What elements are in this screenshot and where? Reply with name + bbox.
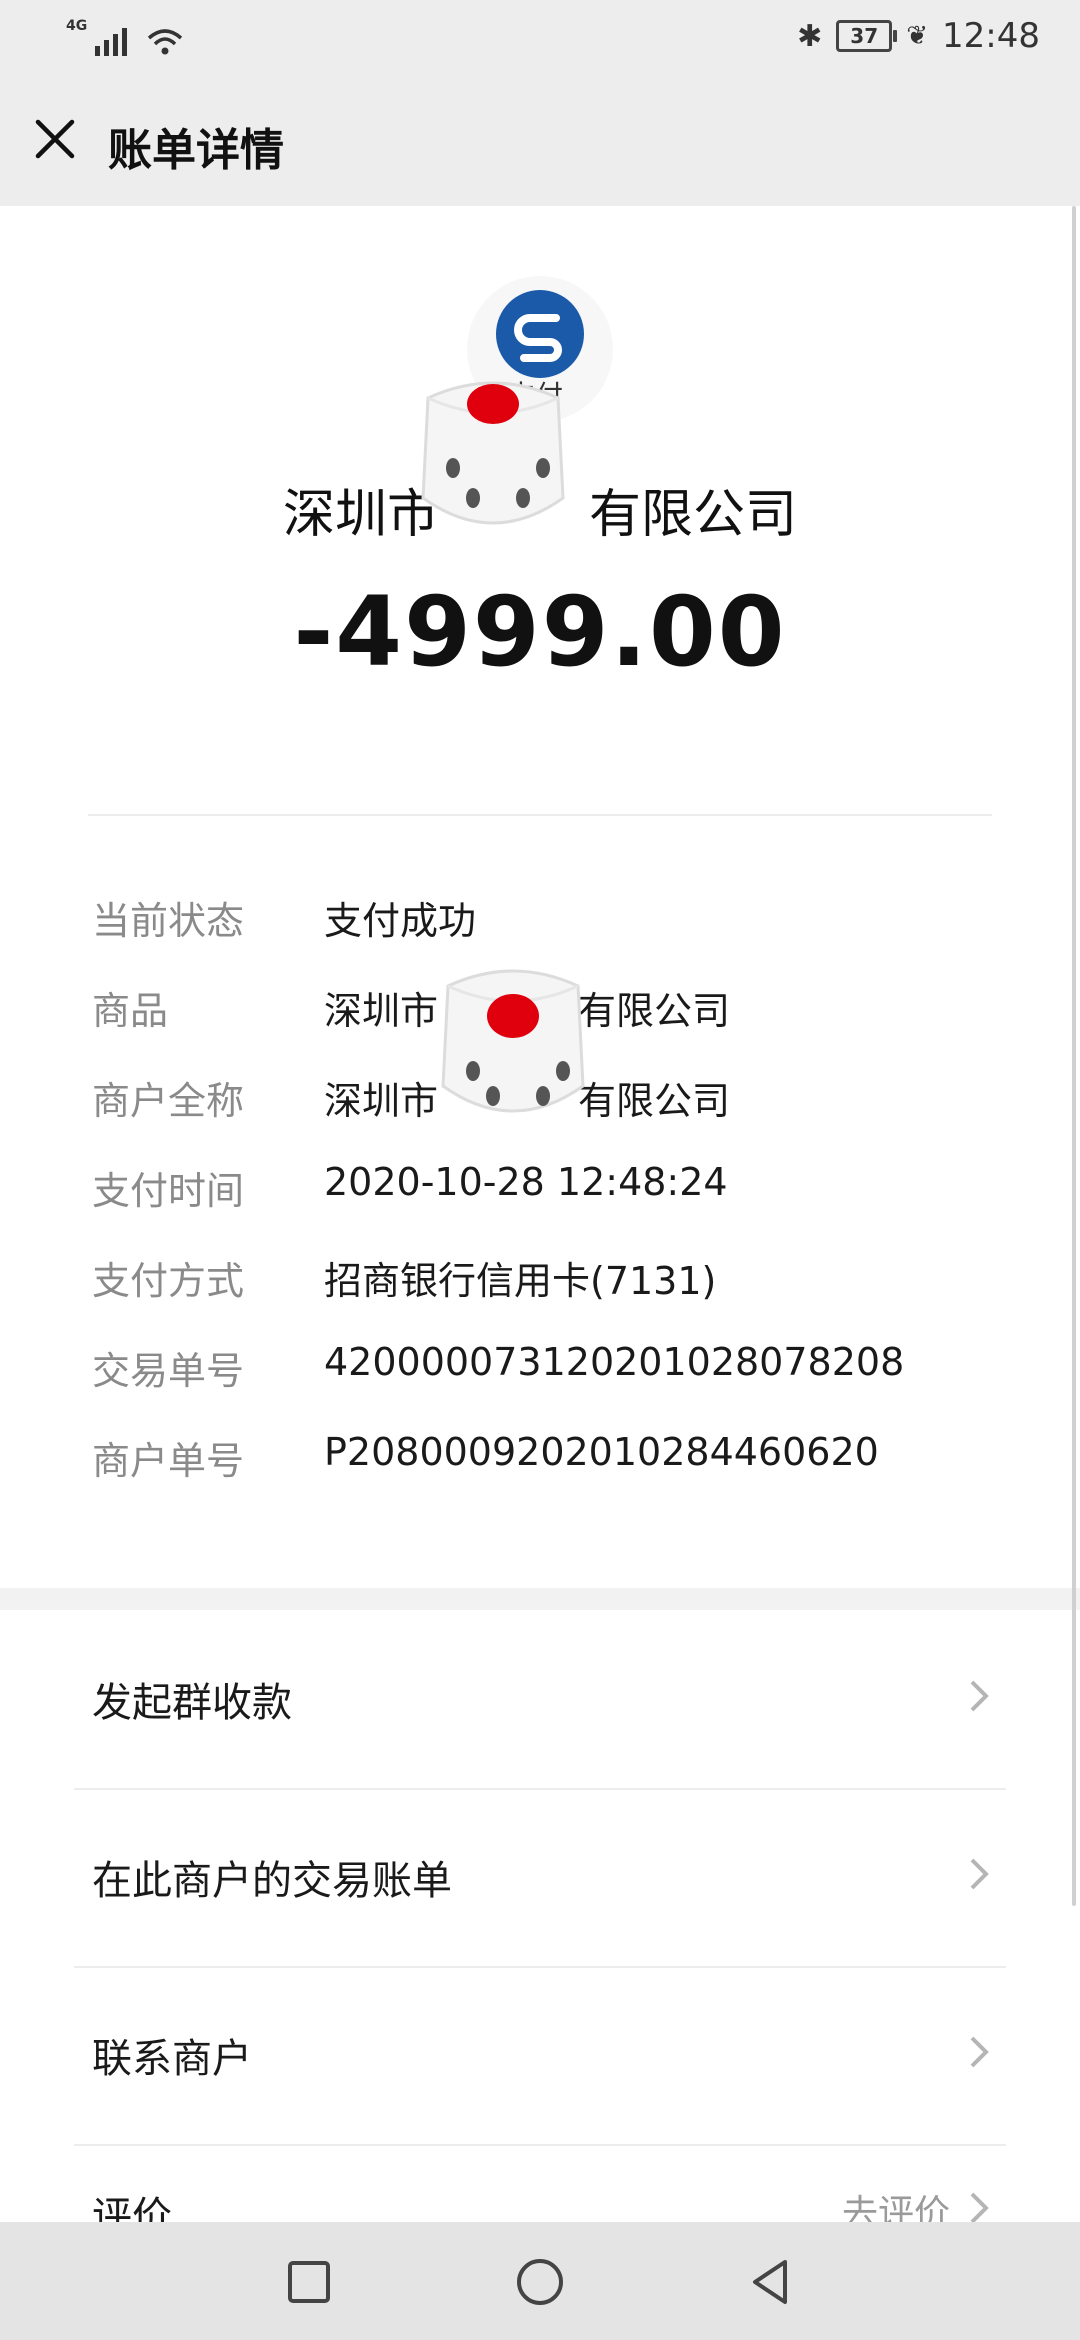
action-merchant-bills[interactable]: 在此商户的交易账单: [0, 1788, 1080, 1964]
action-label: 联系商户: [92, 2036, 252, 2082]
bill-card: 支付 深圳市有限公司 -4999.00 当前状态 支付成功 商品 深圳市有限公司…: [0, 206, 1080, 1588]
back-icon[interactable]: [743, 2254, 799, 2310]
header: 账单详情: [0, 80, 1080, 206]
detail-row-time: 支付时间 2020-10-28 12:48:24: [92, 1160, 728, 1215]
signal-icon: [95, 28, 128, 56]
detail-value: 招商银行信用卡(7131): [324, 1259, 717, 1303]
detail-row-method: 支付方式 招商银行信用卡(7131): [92, 1250, 716, 1305]
detail-value: 支付成功: [324, 899, 477, 943]
detail-label: 商品: [92, 989, 169, 1033]
chevron-right-icon: [970, 2036, 989, 2068]
scrollbar[interactable]: [1072, 206, 1076, 1906]
chevron-right-icon: [970, 1858, 989, 1890]
action-contact-merchant[interactable]: 联系商户: [0, 1966, 1080, 2142]
home-icon[interactable]: [512, 2254, 568, 2310]
detail-row-transaction-id: 交易单号 420000073120201028078208: [92, 1340, 904, 1395]
detail-label: 支付方式: [92, 1259, 245, 1303]
detail-label: 当前状态: [92, 899, 245, 943]
page-title: 账单详情: [108, 125, 284, 176]
dice-icon: [421, 381, 565, 525]
detail-label: 商户全称: [92, 1079, 245, 1123]
action-label: 在此商户的交易账单: [92, 1858, 452, 1904]
detail-label: 交易单号: [92, 1349, 245, 1393]
leaf-icon: ❦: [906, 21, 929, 51]
detail-row-merchant-id: 商户单号 P2080009202010284460620: [92, 1430, 879, 1485]
signal-group: 4G: [66, 18, 185, 56]
divider: [88, 814, 992, 816]
amount: -4999.00: [293, 576, 787, 688]
detail-row-merchant: 商户全称 深圳市 有限公司: [92, 1070, 730, 1125]
action-list: 发起群收款 在此商户的交易账单 联系商户 评价 去评价: [0, 1610, 1080, 2240]
detail-label: 商户单号: [92, 1439, 245, 1483]
navigation-bar: [0, 2222, 1080, 2340]
network-type: 4G: [66, 18, 88, 34]
recent-apps-icon[interactable]: [281, 2254, 337, 2310]
detail-row-product: 商品 深圳市 有限公司: [92, 980, 730, 1035]
wifi-icon: [148, 29, 183, 55]
detail-row-status: 当前状态 支付成功: [92, 890, 476, 945]
action-group-collect[interactable]: 发起群收款: [0, 1610, 1080, 1786]
detail-value: 2020-10-28 12:48:24: [324, 1160, 728, 1204]
dice-icon: [441, 969, 585, 1113]
bluetooth-icon: ✱: [797, 18, 823, 54]
chevron-right-icon: [970, 1680, 989, 1712]
close-icon[interactable]: [28, 112, 82, 166]
detail-value: 420000073120201028078208: [324, 1340, 905, 1384]
status-right: ✱ 37 ❦ 12:48: [797, 16, 1040, 56]
action-label: 发起群收款: [92, 1680, 292, 1726]
detail-value: P2080009202010284460620: [324, 1430, 879, 1474]
battery-icon: 37: [836, 20, 898, 52]
detail-label: 支付时间: [92, 1169, 245, 1213]
status-bar: 4G ✱ 37 ❦ 12:48: [0, 0, 1080, 80]
clock: 12:48: [942, 16, 1040, 56]
